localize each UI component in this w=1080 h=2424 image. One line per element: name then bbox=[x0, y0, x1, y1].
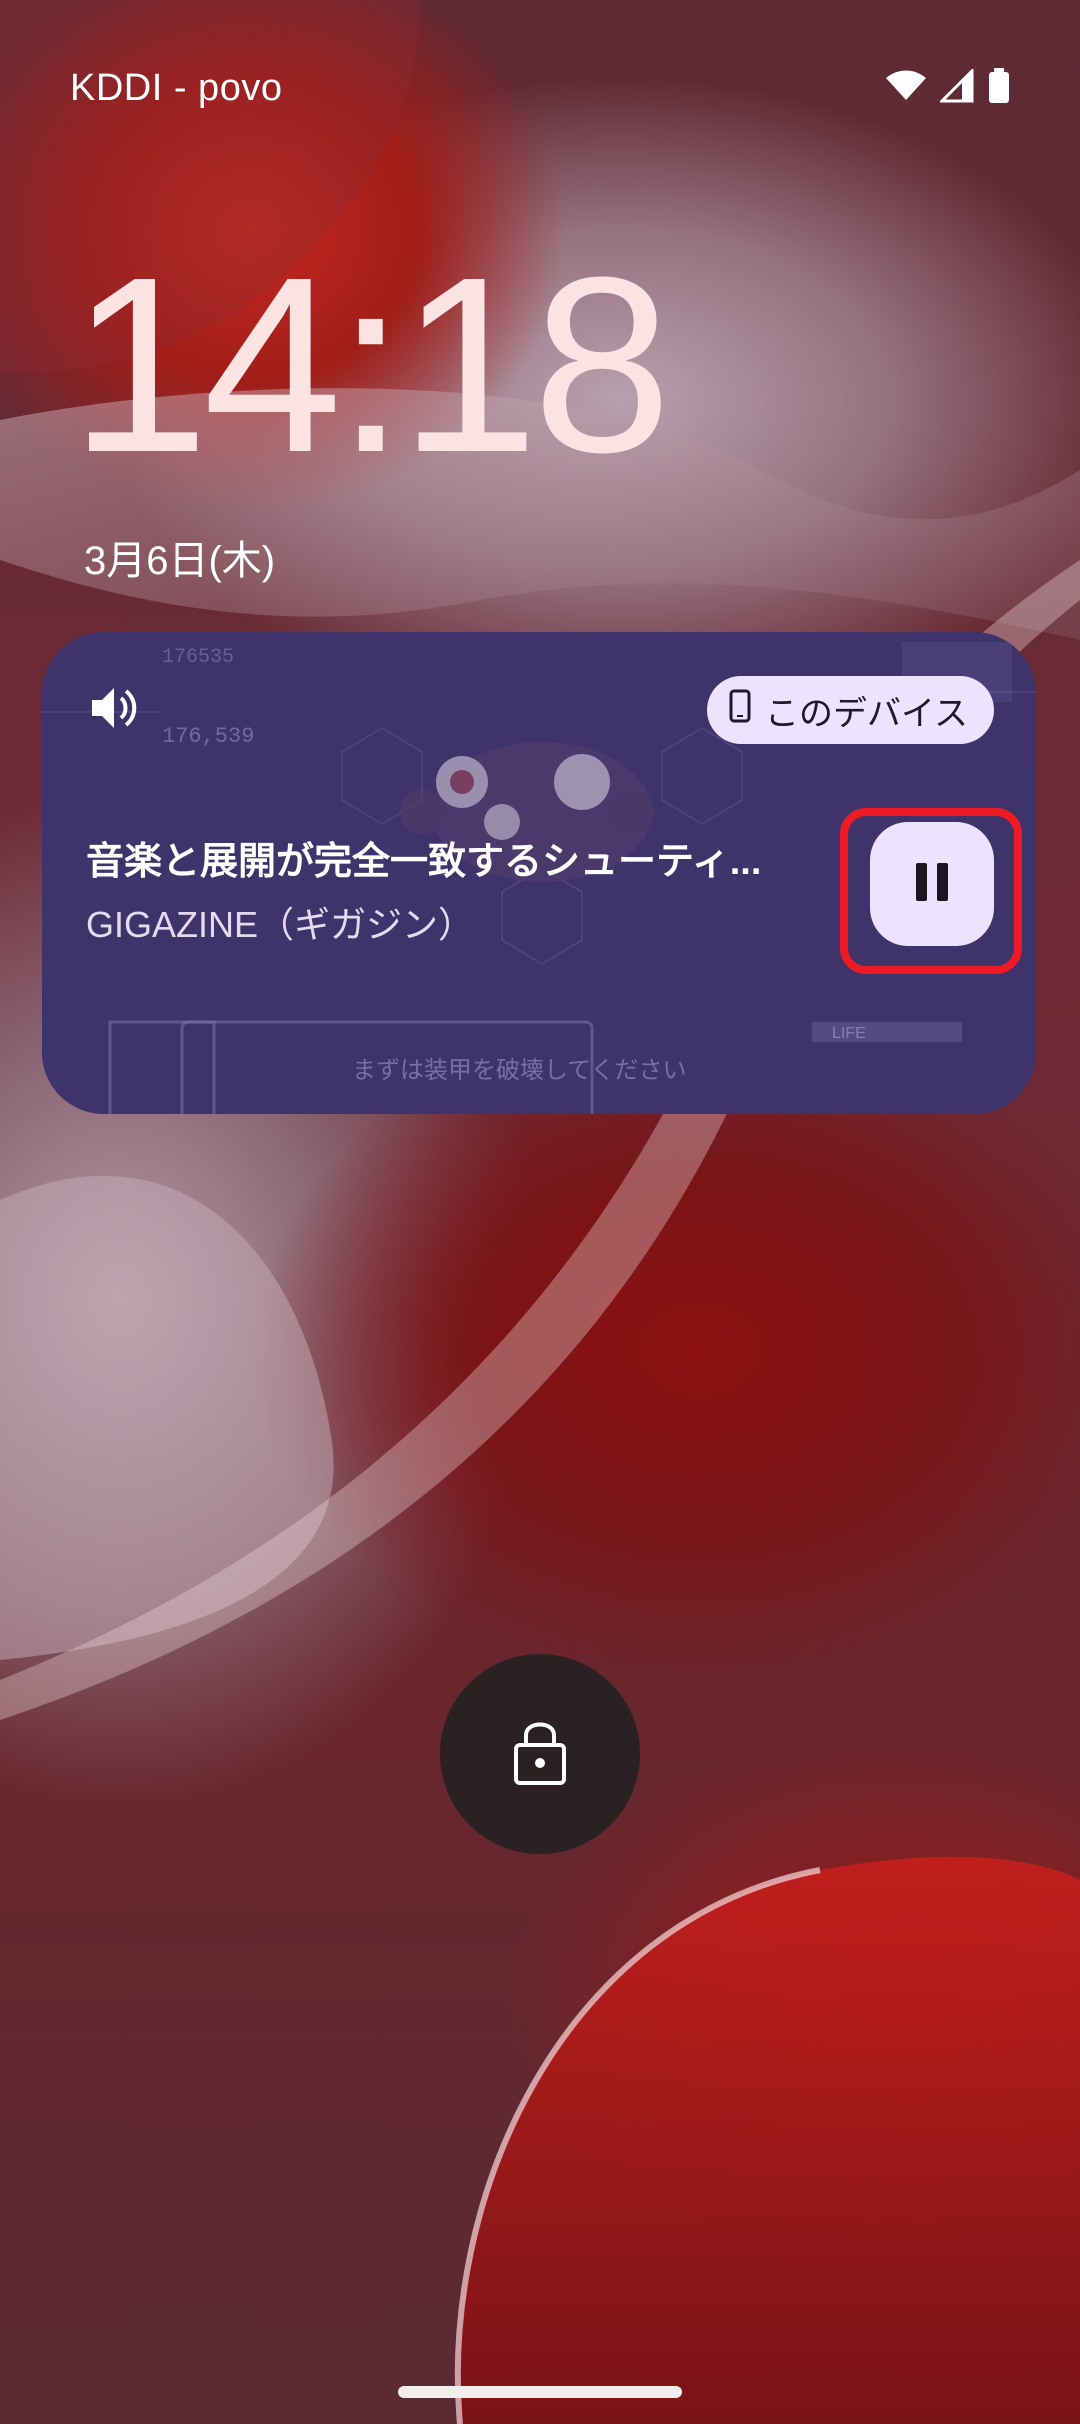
cellular-signal-icon bbox=[938, 66, 974, 108]
status-icons bbox=[886, 66, 1010, 109]
phone-icon bbox=[729, 689, 751, 732]
pause-icon bbox=[914, 862, 950, 906]
lock-icon bbox=[512, 1717, 568, 1792]
home-indicator[interactable] bbox=[398, 2386, 682, 2398]
status-bar: KDDI - povo bbox=[70, 60, 1010, 116]
lock-screen-date: 3月6日(木) bbox=[84, 539, 276, 583]
output-device-label: このデバイス bbox=[765, 694, 968, 733]
wifi-icon bbox=[886, 70, 926, 107]
carrier-name: KDDI - povo bbox=[70, 66, 283, 109]
media-title: 音楽と展開が完全一致するシューティ... bbox=[86, 841, 762, 883]
media-artist: GIGAZINE（ギガジン） bbox=[86, 904, 475, 945]
lock-screen-clock: 14:18 bbox=[70, 225, 672, 504]
battery-icon bbox=[988, 67, 1010, 109]
unlock-button[interactable] bbox=[440, 1654, 640, 1854]
speaker-icon[interactable] bbox=[86, 680, 142, 736]
pause-button[interactable] bbox=[870, 822, 994, 946]
output-device-chip[interactable]: このデバイス bbox=[707, 676, 994, 744]
